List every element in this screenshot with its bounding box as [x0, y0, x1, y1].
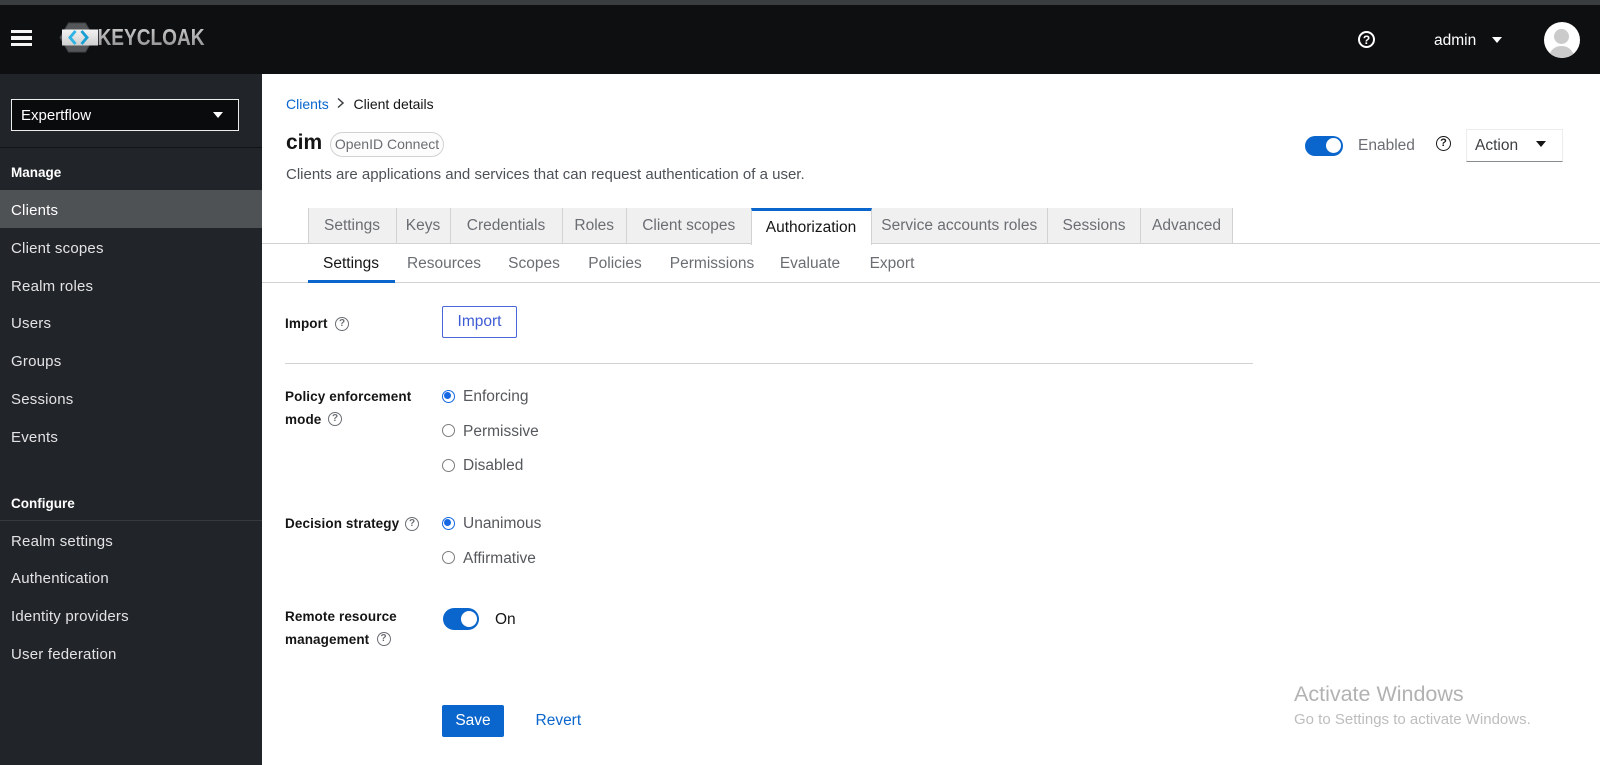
- svg-text:KEYCLOAK: KEYCLOAK: [98, 24, 205, 50]
